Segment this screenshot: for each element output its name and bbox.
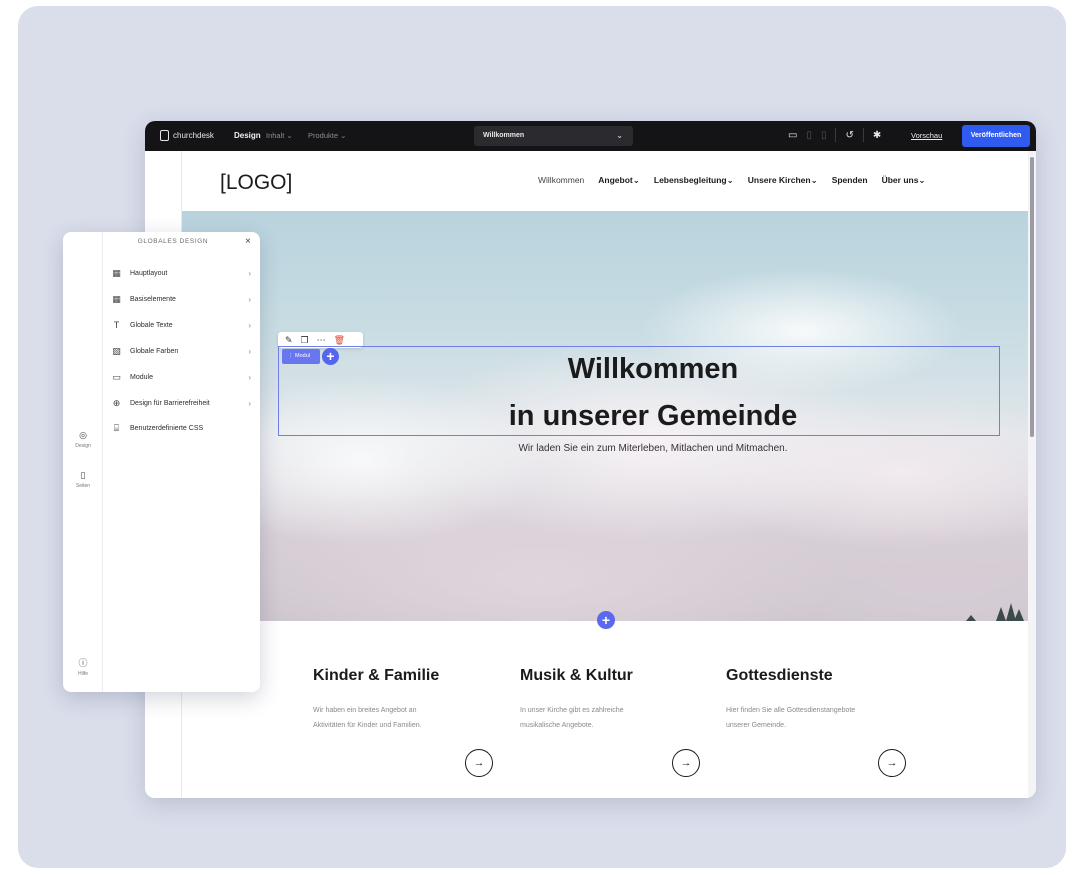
code-icon: ⌸ [113, 422, 120, 433]
publish-button[interactable]: Veröffentlichen [962, 125, 1030, 147]
mobile-view-icon[interactable]: ▯ [821, 130, 827, 141]
menu-item-unsere-kirchen[interactable]: Unsere Kirchen⌄ [748, 175, 818, 186]
tab-inhalt[interactable]: Inhalt ⌄ [266, 131, 293, 140]
desktop-view-icon[interactable]: ▭ [788, 130, 797, 141]
tab-produkte[interactable]: Produkte ⌄ [308, 131, 346, 140]
history-icon[interactable]: ↺ [845, 130, 853, 141]
panel-rail: ◎ Design ▯ Seiten ⓘ Hilfe [63, 232, 103, 692]
hero-title[interactable]: Willkommen in unserer Gemeinde [182, 346, 1036, 440]
panel-item-hauptlayout[interactable]: ▦ Hauptlayout › [111, 266, 253, 280]
chevron-right-icon: › [248, 294, 251, 304]
card-title: Gottesdienste [726, 667, 833, 684]
menu-item-ueber-uns[interactable]: Über uns⌄ [882, 175, 926, 186]
menu-item-willkommen[interactable]: Willkommen [538, 175, 584, 186]
menu-item-angebot[interactable]: Angebot⌄ [598, 175, 640, 186]
panel-item-label: Design für Barrierefreiheit [130, 399, 210, 407]
panel-title: GLOBALES DESIGN [137, 238, 209, 245]
tree-silhouette [1014, 609, 1024, 621]
panel-item-benutzerdefinierte-css[interactable]: ⌸ Benutzerdefinierte CSS [111, 421, 253, 435]
hero-title-line1: Willkommen [567, 353, 739, 385]
arrow-right-icon[interactable]: → [878, 749, 906, 777]
chevron-right-icon: › [248, 346, 251, 356]
settings-icon[interactable]: ✱ [873, 130, 881, 141]
rail-item-seiten[interactable]: ▯ Seiten [63, 470, 103, 489]
rail-item-design[interactable]: ◎ Design [63, 430, 103, 449]
module-icon: ▭ [112, 371, 121, 382]
rail-item-label: Seiten [75, 483, 91, 489]
panel-item-globale-texte[interactable]: T Globale Texte › [111, 318, 253, 332]
menu-item-spenden[interactable]: Spenden [832, 175, 868, 186]
scrollbar-thumb[interactable] [1030, 157, 1034, 437]
page-select-value: Willkommen [483, 132, 525, 139]
card-kinder-familie: Kinder & Familie Wir haben ein breites A… [313, 667, 503, 777]
site-scrollbar[interactable] [1028, 151, 1036, 798]
panel-item-globale-farben[interactable]: ▧ Globale Farben › [111, 344, 253, 358]
site-nav: [LOGO] Willkommen Angebot⌄ Lebensbegleit… [182, 151, 1028, 211]
card-text: Hier finden Sie alle Gottesdienstangebot… [726, 707, 856, 729]
card-title: Kinder & Familie [313, 667, 440, 684]
layout-icon: ▦ [112, 267, 121, 278]
chevron-right-icon: › [248, 268, 251, 278]
chevron-right-icon: › [248, 372, 251, 382]
palette-icon: ◎ [79, 430, 87, 440]
view-toolbar: ▭ ▯ ▯ ↺ ✱ [788, 128, 881, 142]
arrow-right-icon[interactable]: → [465, 749, 493, 777]
tablet-view-icon[interactable]: ▯ [806, 130, 812, 141]
hero-subtitle: Wir laden Sie ein zum Miterleben, Mitlac… [518, 443, 788, 454]
tab-design[interactable]: Design [234, 131, 261, 140]
hero-title-line2: in unserer Gemeinde [508, 400, 798, 432]
brand-logo[interactable]: churchdesk [160, 130, 214, 141]
site-menu: Willkommen Angebot⌄ Lebensbegleitung⌄ Un… [538, 175, 926, 186]
chevron-right-icon: › [248, 320, 251, 330]
accessibility-icon: ⊕ [112, 397, 121, 408]
panel-item-label: Globale Farben [130, 347, 179, 355]
card-text: In unser Kirche gibt es zahlreiche musika… [520, 707, 624, 729]
panel-item-barrierefreiheit[interactable]: ⊕ Design für Barrierefreiheit › [111, 396, 253, 410]
editor-window: churchdesk Design Inhalt ⌄ Produkte ⌄ Wi… [145, 121, 1036, 798]
duplicate-icon[interactable]: ❐ [301, 335, 309, 346]
divider [835, 128, 837, 142]
card-gottesdienste: Gottesdienste Hier finden Sie alle Gotte… [726, 667, 916, 777]
card-text: Wir haben ein breites Angebot an Aktivitä… [313, 707, 422, 729]
rail-item-hilfe[interactable]: ⓘ Hilfe [63, 656, 103, 677]
close-icon[interactable]: × [245, 236, 251, 248]
site-preview: [LOGO] Willkommen Angebot⌄ Lebensbegleit… [182, 151, 1028, 798]
chevron-down-icon: ⌄ [616, 131, 623, 140]
panel-item-label: Basiselemente [130, 295, 176, 303]
edit-icon[interactable]: ✎ [285, 335, 293, 346]
text-icon: T [113, 319, 120, 330]
global-design-panel: ◎ Design ▯ Seiten ⓘ Hilfe GLOBALES DESIG… [63, 232, 260, 692]
brand-mark-icon [160, 130, 169, 141]
rail-item-label: Hilfe [77, 671, 88, 677]
editor-topbar: churchdesk Design Inhalt ⌄ Produkte ⌄ Wi… [145, 121, 1036, 151]
help-icon: ⓘ [78, 658, 88, 668]
rail-item-label: Design [75, 443, 91, 449]
grid-icon: ▦ [112, 293, 121, 304]
card-title: Musik & Kultur [520, 667, 633, 684]
tree-silhouette [966, 615, 976, 621]
card-musik-kultur: Musik & Kultur In unser Kirche gibt es z… [520, 667, 710, 777]
panel-item-label: Hauptlayout [130, 269, 168, 277]
delete-icon[interactable]: 🗑 [334, 335, 345, 346]
tree-silhouette [996, 607, 1006, 621]
chevron-right-icon: › [248, 398, 251, 408]
page-select[interactable]: Willkommen ⌄ [474, 126, 633, 146]
preview-link[interactable]: Vorschau [911, 131, 942, 140]
more-icon[interactable]: ⋯ [317, 335, 326, 346]
panel-item-module[interactable]: ▭ Module › [111, 370, 253, 384]
palette-icon: ▧ [112, 345, 121, 356]
page-icon: ▯ [80, 470, 86, 480]
panel-item-label: Globale Texte [130, 321, 173, 329]
panel-item-basiselemente[interactable]: ▦ Basiselemente › [111, 292, 253, 306]
site-logo[interactable]: [LOGO] [220, 171, 292, 195]
panel-item-label: Benutzerdefinierte CSS [130, 424, 204, 432]
panel-item-label: Module [130, 373, 153, 381]
add-section-icon[interactable]: + [597, 611, 615, 629]
arrow-right-icon[interactable]: → [672, 749, 700, 777]
menu-item-lebensbegleitung[interactable]: Lebensbegleitung⌄ [654, 175, 734, 186]
divider [862, 128, 864, 142]
brand-name: churchdesk [173, 131, 214, 140]
